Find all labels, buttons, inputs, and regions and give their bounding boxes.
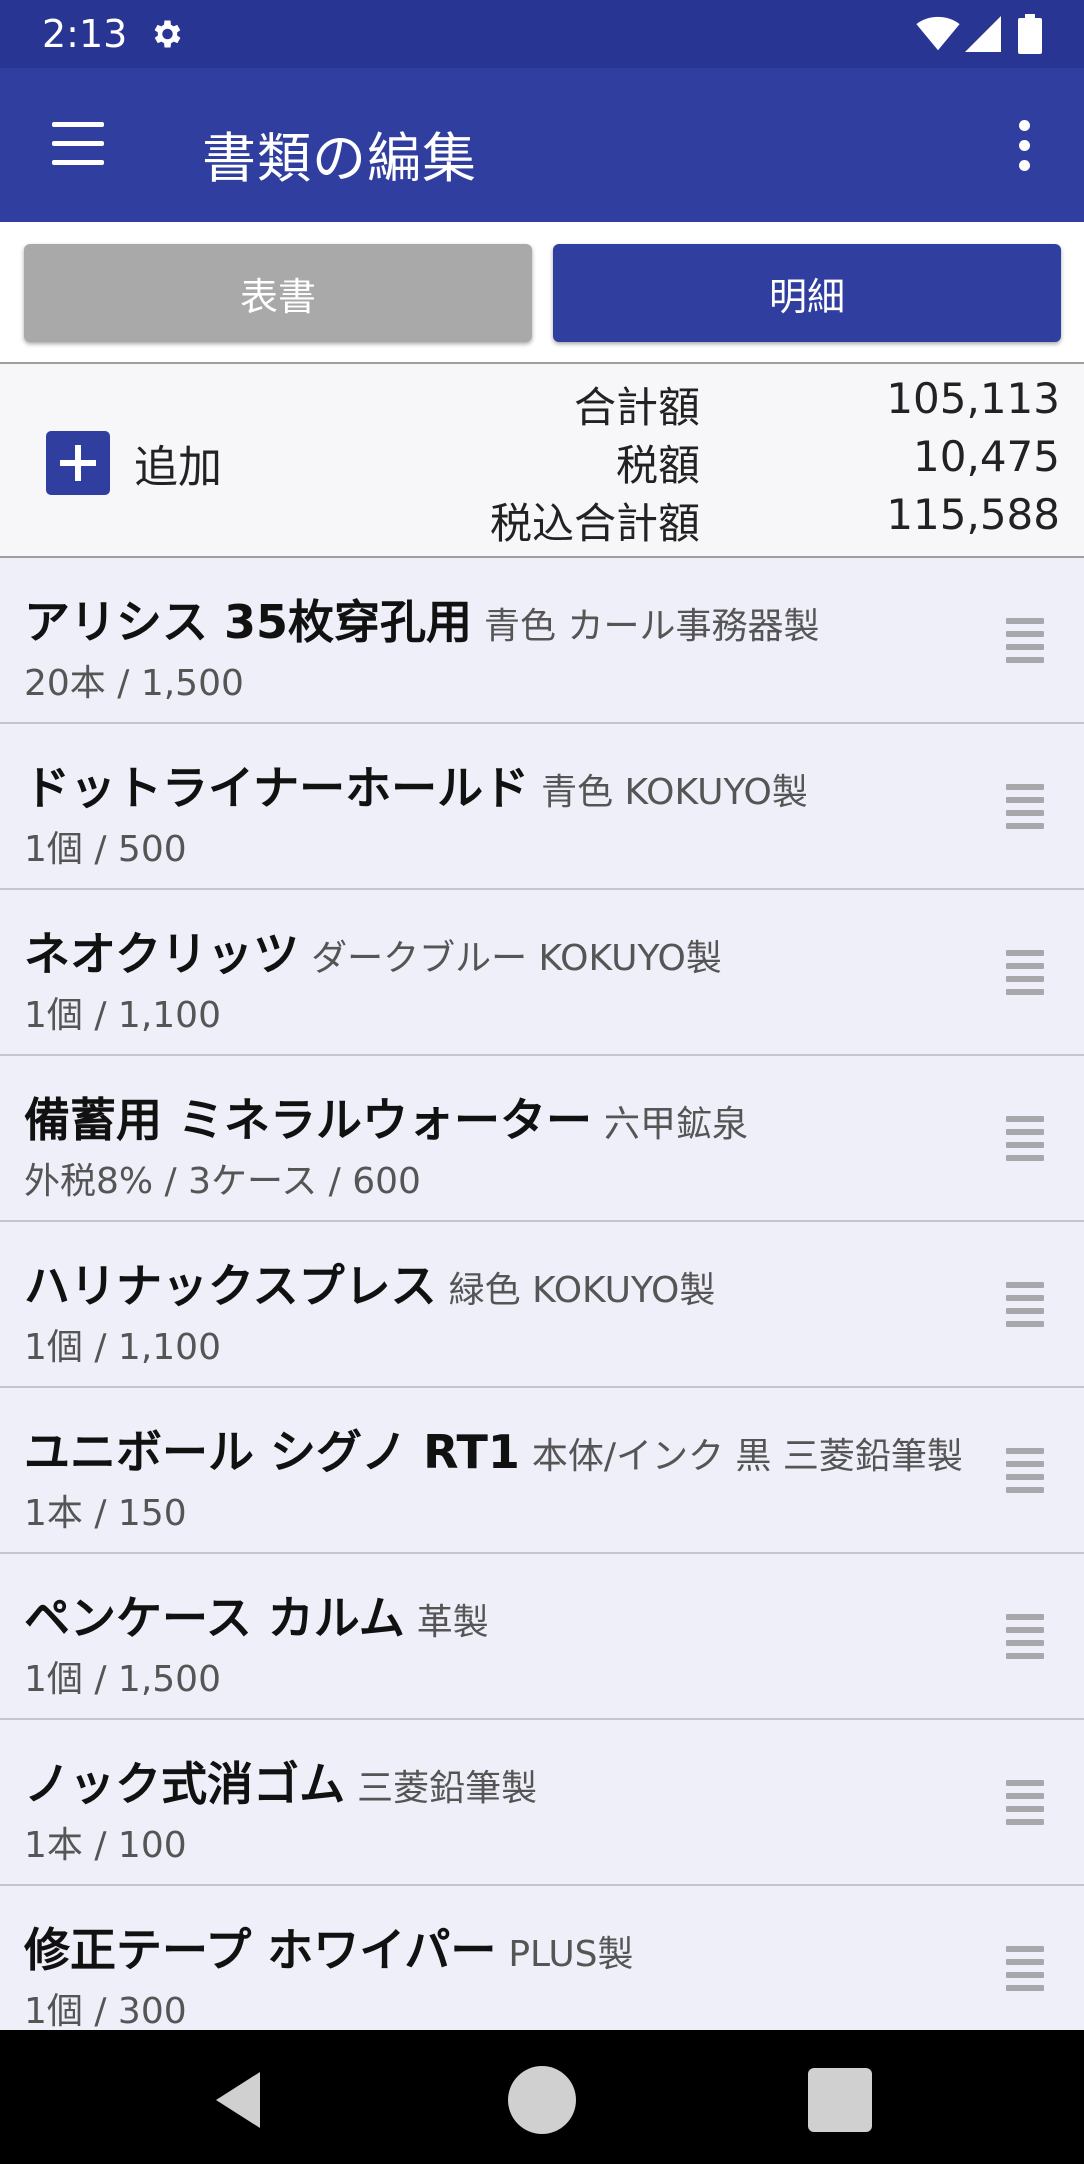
more-vert-icon[interactable] (1004, 116, 1044, 176)
list-item[interactable]: 修正テープ ホワイパー PLUS製 1個 / 300 (0, 1886, 1084, 2030)
item-name: ユニボール シグノ RT1 (24, 1425, 520, 1479)
drag-handle-icon[interactable] (1006, 1946, 1046, 1992)
item-name: ペンケース カルム (24, 1591, 405, 1645)
item-list: アリシス 35枚穿孔用 青色 カール事務器製 20本 / 1,500 ドットライナ… (0, 558, 1084, 2030)
item-title-row: ハリナックスプレス 緑色 KOKUYO製 (24, 1250, 974, 1316)
item-detail: 青色 カール事務器製 (484, 606, 820, 647)
list-item[interactable]: ハリナックスプレス 緑色 KOKUYO製 1個 / 1,100 (0, 1222, 1084, 1388)
list-item[interactable]: ドットライナーホールド 青色 KOKUYO製 1個 / 500 (0, 724, 1084, 890)
item-name: アリシス 35枚穿孔用 (24, 595, 473, 649)
drag-handle-icon[interactable] (1006, 1282, 1046, 1328)
back-icon[interactable] (200, 2060, 280, 2140)
item-quantity-price: 1個 / 500 (24, 829, 187, 870)
list-item[interactable]: ペンケース カルム 革製 1個 / 1,500 (0, 1554, 1084, 1720)
hamburger-menu-icon[interactable] (44, 118, 116, 172)
summary-value: 10,475 (913, 432, 1060, 481)
drag-handle-icon[interactable] (1006, 1614, 1046, 1660)
item-quantity-price: 1個 / 1,100 (24, 1327, 221, 1368)
screen: 2:13 書類の編集 表書 明細 追加 合計額 105,113 税額 10,47… (0, 0, 1084, 2164)
item-detail: 三菱鉛筆製 (357, 1768, 538, 1809)
item-detail: 革製 (416, 1602, 489, 1643)
signal-icon (965, 16, 1001, 52)
item-detail: 本体/インク 黒 三菱鉛筆製 (531, 1436, 963, 1477)
battery-icon (1018, 14, 1042, 54)
list-item[interactable]: ノック式消ゴム 三菱鉛筆製 1本 / 100 (0, 1720, 1084, 1886)
item-title-row: ドットライナーホールド 青色 KOKUYO製 (24, 752, 974, 818)
list-item[interactable]: ネオクリッツ ダークブルー KOKUYO製 1個 / 1,100 (0, 890, 1084, 1056)
item-title-row: アリシス 35枚穿孔用 青色 カール事務器製 (24, 586, 974, 652)
list-item[interactable]: 備蓄用 ミネラルウォーター 六甲鉱泉 外税8% / 3ケース / 600 (0, 1056, 1084, 1222)
drag-handle-icon[interactable] (1006, 1116, 1046, 1162)
item-detail: 青色 KOKUYO製 (541, 772, 808, 813)
list-item[interactable]: アリシス 35枚穿孔用 青色 カール事務器製 20本 / 1,500 (0, 558, 1084, 724)
settings-icon (154, 20, 181, 48)
item-quantity-price: 1個 / 1,500 (24, 1659, 221, 1700)
navigation-bar (0, 2030, 1084, 2164)
item-title-row: ネオクリッツ ダークブルー KOKUYO製 (24, 918, 974, 984)
page-title: 書類の編集 (202, 127, 477, 190)
app-bar: 書類の編集 (0, 68, 1084, 222)
item-detail: 六甲鉱泉 (604, 1104, 749, 1145)
tab-bar: 表書 明細 (0, 222, 1084, 364)
status-time: 2:13 (42, 12, 128, 56)
item-quantity-price: 20本 / 1,500 (24, 663, 244, 704)
summary-panel: 追加 合計額 105,113 税額 10,475 税込合計額 115,588 (0, 362, 1084, 558)
item-title-row: ユニボール シグノ RT1 本体/インク 黒 三菱鉛筆製 (24, 1416, 974, 1482)
tab-detail[interactable]: 明細 (553, 244, 1061, 342)
wifi-icon (916, 16, 960, 51)
item-name: 修正テープ ホワイパー (24, 1923, 497, 1977)
item-title-row: 備蓄用 ミネラルウォーター 六甲鉱泉 (24, 1084, 974, 1150)
summary-label: 税込合計額 (489, 499, 700, 548)
drag-handle-icon[interactable] (1006, 1780, 1046, 1826)
item-name: ドットライナーホールド (24, 761, 530, 815)
summary-row-total: 合計額 105,113 (0, 374, 1084, 432)
home-icon[interactable] (502, 2060, 582, 2140)
item-detail: 緑色 KOKUYO製 (448, 1270, 716, 1311)
summary-value: 115,588 (886, 490, 1060, 539)
item-name: ネオクリッツ (24, 927, 300, 981)
item-title-row: ペンケース カルム 革製 (24, 1582, 974, 1648)
drag-handle-icon[interactable] (1006, 950, 1046, 996)
summary-row-tax: 税額 10,475 (0, 432, 1084, 490)
item-detail: ダークブルー KOKUYO製 (311, 938, 722, 979)
recents-icon[interactable] (800, 2060, 880, 2140)
item-quantity-price: 外税8% / 3ケース / 600 (24, 1161, 421, 1202)
item-name: ノック式消ゴム (24, 1757, 346, 1811)
item-title-row: 修正テープ ホワイパー PLUS製 (24, 1914, 974, 1980)
item-quantity-price: 1本 / 100 (24, 1825, 187, 1866)
item-quantity-price: 1個 / 1,100 (24, 995, 221, 1036)
summary-label: 合計額 (573, 383, 700, 432)
item-name: ハリナックスプレス (24, 1259, 437, 1313)
status-bar: 2:13 (0, 0, 1084, 68)
item-detail: PLUS製 (508, 1934, 634, 1975)
item-quantity-price: 1本 / 150 (24, 1493, 187, 1534)
drag-handle-icon[interactable] (1006, 1448, 1046, 1494)
summary-value: 105,113 (886, 374, 1060, 423)
item-name: 備蓄用 ミネラルウォーター (24, 1093, 593, 1147)
drag-handle-icon[interactable] (1006, 618, 1046, 664)
tab-cover[interactable]: 表書 (24, 244, 532, 342)
item-title-row: ノック式消ゴム 三菱鉛筆製 (24, 1748, 974, 1814)
item-quantity-price: 1個 / 300 (24, 1991, 187, 2030)
summary-label: 税額 (615, 441, 700, 490)
list-item[interactable]: ユニボール シグノ RT1 本体/インク 黒 三菱鉛筆製 1本 / 150 (0, 1388, 1084, 1554)
summary-row-grand-total: 税込合計額 115,588 (0, 490, 1084, 548)
drag-handle-icon[interactable] (1006, 784, 1046, 830)
